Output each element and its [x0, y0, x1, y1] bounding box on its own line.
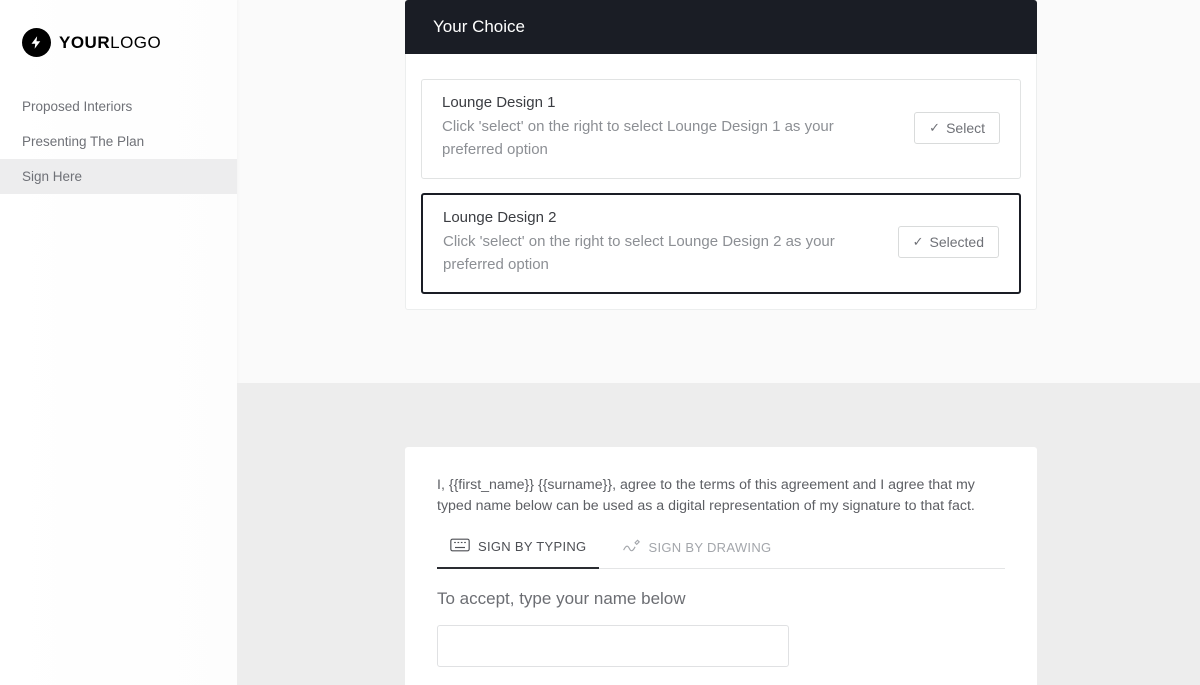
sidebar-item-presenting-the-plan[interactable]: Presenting The Plan: [0, 124, 237, 159]
check-icon: ✓: [913, 234, 924, 250]
sign-tabs: SIGN BY TYPING SIGN BY DRAWING: [437, 538, 1005, 569]
tab-sign-by-typing[interactable]: SIGN BY TYPING: [437, 538, 599, 569]
choice-option-1: Lounge Design 1 Click 'select' on the ri…: [421, 79, 1021, 179]
select-button-1-label: Select: [946, 120, 985, 136]
pen-icon: [622, 539, 640, 556]
choice-option-1-desc: Click 'select' on the right to select Lo…: [442, 115, 894, 162]
sidebar-item-proposed-interiors[interactable]: Proposed Interiors: [0, 89, 237, 124]
keyboard-icon: [450, 538, 470, 555]
check-icon: ✓: [929, 120, 940, 136]
choice-section: Your Choice Lounge Design 1 Click 'selec…: [405, 0, 1037, 310]
choice-option-2: Lounge Design 2 Click 'select' on the ri…: [421, 193, 1021, 295]
bolt-icon: [22, 28, 51, 57]
signature-name-input[interactable]: [437, 625, 789, 667]
sidebar: YOURLOGO Proposed Interiors Presenting T…: [0, 0, 237, 685]
choice-header: Your Choice: [405, 0, 1037, 54]
signature-section: I, {{first_name}} {{surname}}, agree to …: [237, 383, 1200, 685]
choice-option-2-text: Lounge Design 2 Click 'select' on the ri…: [443, 209, 898, 277]
choice-option-1-title: Lounge Design 1: [442, 94, 894, 111]
choice-option-2-desc: Click 'select' on the right to select Lo…: [443, 230, 878, 277]
choice-panel: Lounge Design 1 Click 'select' on the ri…: [405, 54, 1037, 310]
tab-typing-label: SIGN BY TYPING: [478, 539, 586, 554]
choice-option-1-text: Lounge Design 1 Click 'select' on the ri…: [442, 94, 914, 162]
agreement-text: I, {{first_name}} {{surname}}, agree to …: [437, 475, 1005, 516]
sign-prompt: To accept, type your name below: [437, 589, 1005, 609]
select-button-2-label: Selected: [930, 234, 984, 250]
sidebar-nav: Proposed Interiors Presenting The Plan S…: [0, 75, 237, 194]
choice-option-2-title: Lounge Design 2: [443, 209, 878, 226]
sidebar-item-sign-here[interactable]: Sign Here: [0, 159, 237, 194]
main-area: Your Choice Lounge Design 1 Click 'selec…: [237, 0, 1200, 685]
select-button-2[interactable]: ✓ Selected: [898, 226, 999, 258]
tab-drawing-label: SIGN BY DRAWING: [648, 540, 771, 555]
select-button-1[interactable]: ✓ Select: [914, 112, 1000, 144]
tab-sign-by-drawing[interactable]: SIGN BY DRAWING: [609, 538, 784, 568]
logo: YOURLOGO: [0, 0, 237, 75]
logo-text: YOURLOGO: [59, 33, 161, 53]
signature-card: I, {{first_name}} {{surname}}, agree to …: [405, 447, 1037, 685]
